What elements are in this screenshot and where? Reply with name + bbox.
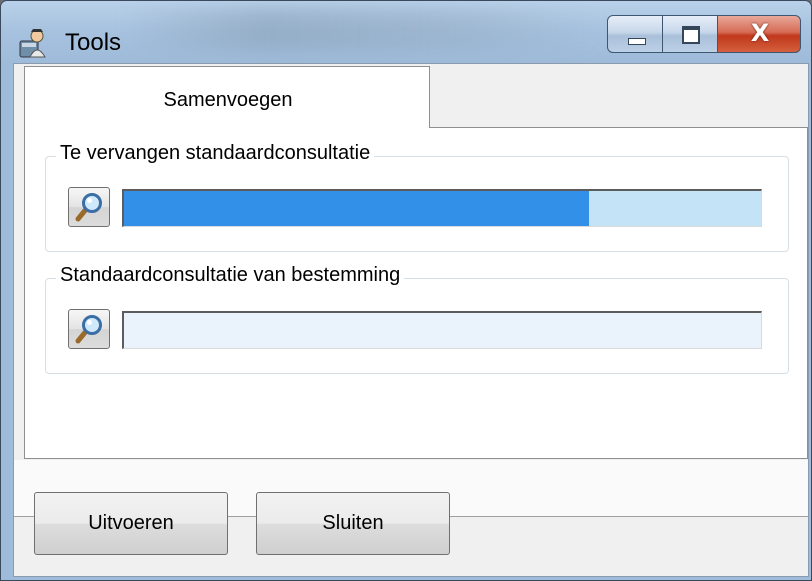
source-consultation-field[interactable] [122, 189, 762, 227]
run-button[interactable]: Uitvoeren [34, 492, 228, 555]
tab-samenvoegen[interactable]: Samenvoegen [24, 66, 430, 128]
source-group-legend: Te vervangen standaardconsultatie [56, 142, 375, 165]
magnifier-icon [75, 315, 102, 344]
minimize-icon [628, 38, 646, 45]
target-search-button[interactable] [68, 309, 110, 349]
close-window-button[interactable]: X [717, 15, 801, 53]
maximize-icon [682, 26, 700, 44]
target-consultation-field[interactable] [122, 311, 762, 349]
close-icon: X [750, 19, 770, 47]
source-field-selection [124, 191, 589, 226]
maximize-button[interactable] [662, 15, 718, 53]
source-consultation-group: Te vervangen standaardconsultatie [45, 142, 789, 252]
magnifier-icon [75, 193, 102, 222]
window-client-area: Samenvoegen Te vervangen standaardconsul… [13, 63, 809, 577]
tools-window: Tools X Samenvoegen Te vervangen standaa… [0, 0, 812, 581]
close-button[interactable]: Sluiten [256, 492, 450, 555]
window-title: Tools [65, 29, 122, 56]
source-search-button[interactable] [68, 187, 110, 227]
tab-label: Samenvoegen [163, 89, 293, 111]
tab-strip: Samenvoegen [14, 64, 808, 128]
title-bar-background [121, 7, 601, 51]
tab-panel-samenvoegen: Te vervangen standaardconsultatie Standa… [24, 127, 808, 459]
target-consultation-group: Standaardconsultatie van bestemming [45, 264, 789, 374]
tools-app-icon [17, 27, 51, 61]
title-bar[interactable]: Tools X [1, 1, 811, 63]
minimize-button[interactable] [607, 15, 663, 53]
target-group-legend: Standaardconsultatie van bestemming [56, 264, 405, 287]
